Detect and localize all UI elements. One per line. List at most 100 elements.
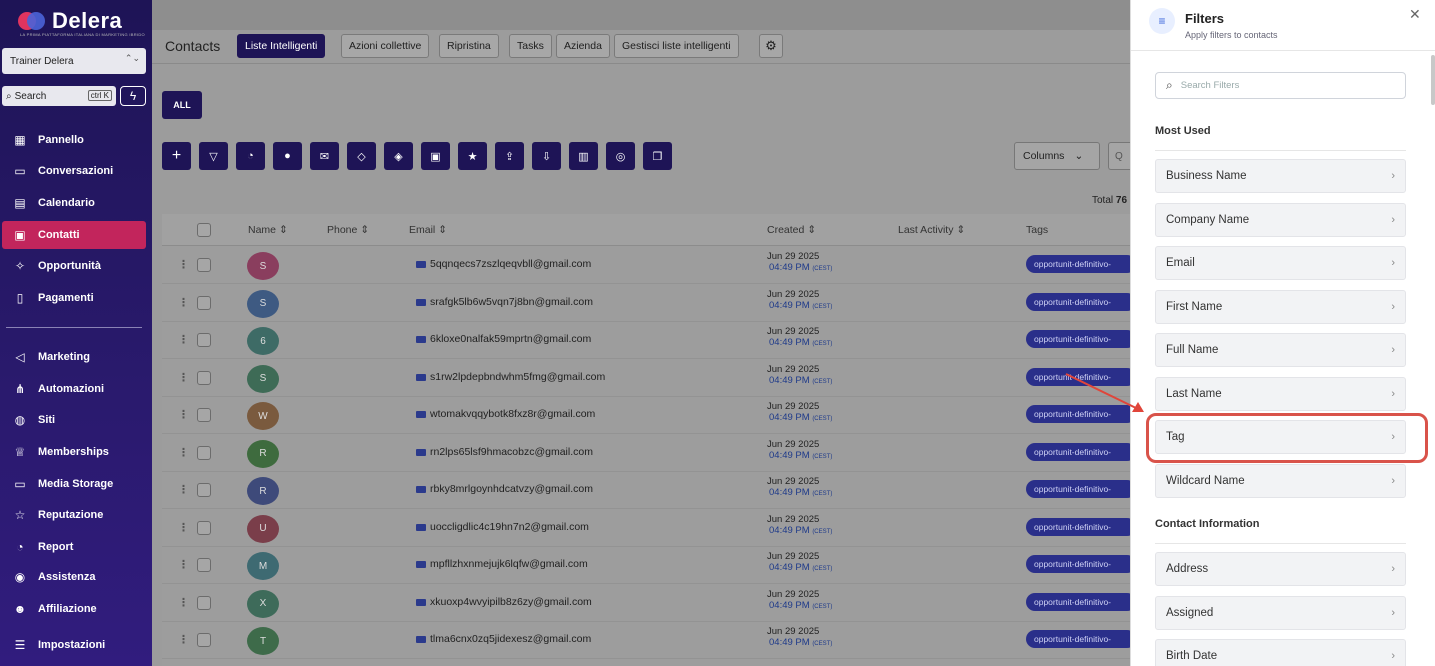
filter-item-business-name[interactable]: Business Name › [1155,159,1406,193]
filter-search-input[interactable]: ⌕ Search Filters [1155,72,1406,99]
drag-handle-icon[interactable]: ⋮ [178,633,189,646]
sidebar-search[interactable]: ⌕ Search ctrl K [2,86,116,106]
contact-email[interactable]: uoccligdlic4c19hn7n2@gmail.com [430,521,589,533]
column-header-email[interactable]: Email ⇕ [409,224,447,236]
contact-email[interactable]: 6kloxe0nalfak59mprtn@gmail.com [430,333,591,345]
filter-item-assigned[interactable]: Assigned › [1155,595,1406,630]
tag-badge[interactable]: opportunit-definitivo- [1026,330,1136,348]
avatar[interactable]: M [247,552,279,580]
tab-azioni-collettive[interactable]: Azioni collettive [341,34,430,58]
filter-item-address[interactable]: Address › [1155,552,1406,586]
list-all-button[interactable]: ALL [162,91,202,119]
whatsapp-button[interactable]: ◎ [606,142,635,170]
table-row[interactable]: ⋮ S 5qqnqecs7zszlqeqvbll@gmail.com Jun 29 2… [162,246,1136,284]
table-row[interactable]: ⋮ Ssrafgk5lb6w5vqn7j8bn@gmail.com Jun 29 2… [162,284,1136,322]
sidebar-item-calendario[interactable]: ▤ Calendario [2,189,146,217]
row-checkbox[interactable] [197,595,211,610]
contact-email[interactable]: xkuoxp4wvyipilb8z6zy@gmail.com [430,596,592,608]
avatar[interactable]: X [247,589,279,618]
sidebar-item-pagamenti[interactable]: ▯ Pagamenti [2,284,146,312]
filter-item-wildcard-name[interactable]: Wildcard Name › [1155,463,1406,498]
add-tag-button[interactable]: ◇ [347,142,376,170]
avatar[interactable]: R [247,439,279,468]
row-checkbox[interactable] [197,558,211,572]
drag-handle-icon[interactable]: ⋮ [178,333,189,346]
avatar[interactable]: S [247,364,279,393]
sidebar-item-siti[interactable]: ◍ Siti [2,406,146,434]
tag-badge[interactable]: opportunit-definitivo- [1026,255,1136,273]
columns-button[interactable]: Columns ⌄ [1014,142,1100,170]
table-row[interactable]: ⋮ Wwtomakvqqybotk8fxz8r@gmail.com Jun 29 2… [162,396,1136,434]
sidebar-item-automazioni[interactable]: ⋔ Automazioni [2,375,146,403]
contact-email[interactable]: 5qqnqecs7zszlqeqvbll@gmail.com [430,258,591,270]
tag-badge[interactable]: opportunit-definitivo- [1026,442,1136,461]
sidebar-item-assistenza[interactable]: ◉ Assistenza [2,563,146,591]
sidebar-item-media-storage[interactable]: ▭ Media Storage [2,470,146,498]
filter-button[interactable]: ▽ [199,142,228,170]
row-checkbox[interactable] [197,408,211,422]
avatar[interactable]: S [247,289,279,318]
row-checkbox[interactable] [197,370,211,385]
merge-button[interactable]: ▥ [569,142,598,170]
row-checkbox[interactable] [197,258,211,272]
avatar[interactable]: W [247,402,279,430]
table-row[interactable]: ⋮ Rrn2lps65lsf9hmacobzc@gmail.com Jun 29 2… [162,434,1136,472]
row-checkbox[interactable] [197,295,211,310]
column-header-last-activity[interactable]: Last Activity ⇕ [898,224,965,236]
column-header-phone[interactable]: Phone ⇕ [327,224,369,236]
column-header-name[interactable]: Name ⇕ [248,224,288,236]
table-row[interactable]: ⋮ 6 6kloxe0nalfak59mprtn@gmail.com Jun 29 2… [162,321,1136,359]
tag-badge[interactable]: opportunit-definitivo- [1026,555,1136,573]
sidebar-item-opportunit-[interactable]: ✧ Opportunità [2,252,146,280]
avatar[interactable]: S [247,252,279,280]
remove-tag-button[interactable]: ◈ [384,142,413,170]
sms-button[interactable]: ● [273,142,302,170]
sidebar-item-report[interactable]: ◔ Report [2,533,146,561]
column-header-created[interactable]: Created ⇕ [767,224,816,236]
avatar[interactable]: R [247,477,279,505]
row-checkbox[interactable] [197,333,211,347]
drag-handle-icon[interactable]: ⋮ [178,521,189,534]
contact-email[interactable]: tlma6cnx0zq5jidexesz@gmail.com [430,633,591,645]
drag-handle-icon[interactable]: ⋮ [178,258,189,271]
tab-ripristina[interactable]: Ripristina [439,34,499,58]
table-row[interactable]: ⋮ Uuoccligdlic4c19hn7n2@gmail.com Jun 29 2… [162,509,1136,547]
import-button[interactable]: ⇩ [532,142,561,170]
tab-gestisci-liste[interactable]: Gestisci liste intelligenti [614,34,739,58]
tab-tasks[interactable]: Tasks [509,34,552,58]
row-checkbox[interactable] [197,520,211,535]
avatar[interactable]: U [247,514,279,543]
panel-scrollbar[interactable] [1431,55,1435,105]
filter-item-birth-date[interactable]: Birth Date › [1155,639,1406,666]
table-row[interactable]: ⋮ Mmpfllzhxnmejujk6lqfw@gmail.com Jun 29 2… [162,546,1136,584]
filter-item-first-name[interactable]: First Name › [1155,289,1406,324]
filter-item-last-name[interactable]: Last Name › [1155,376,1406,411]
avatar[interactable]: 6 [247,327,279,355]
avatar[interactable]: T [247,627,279,655]
pipeline-button[interactable]: ◔ [236,142,265,170]
contact-email[interactable]: srafgk5lb6w5vqn7j8bn@gmail.com [430,296,593,308]
row-checkbox[interactable] [197,633,211,647]
sidebar-item-impostazioni[interactable]: ☰ Impostazioni [2,631,146,659]
drag-handle-icon[interactable]: ⋮ [178,446,189,459]
drag-handle-icon[interactable]: ⋮ [178,408,189,421]
table-row[interactable]: ⋮ Xxkuoxp4wvyipilb8z6zy@gmail.com Jun 29 2… [162,584,1136,622]
contact-email[interactable]: rn2lps65lsf9hmacobzc@gmail.com [430,446,593,458]
contact-email[interactable]: s1rw2lpdepbndwhm5fmg@gmail.com [430,371,605,383]
sidebar-item-marketing[interactable]: ◁ Marketing [2,343,146,371]
drag-handle-icon[interactable]: ⋮ [178,296,189,309]
settings-button[interactable]: ⚙ [759,34,783,58]
row-checkbox[interactable] [197,483,211,497]
sidebar-item-contatti[interactable]: ▣ Contatti [2,221,146,249]
copy-button[interactable]: ❐ [643,142,672,170]
drag-handle-icon[interactable]: ⋮ [178,558,189,571]
add-button[interactable]: + [162,142,191,170]
contact-email[interactable]: mpfllzhxnmejujk6lqfw@gmail.com [430,558,588,570]
tag-badge[interactable]: opportunit-definitivo- [1026,517,1136,536]
delete-button[interactable]: ▣ [421,142,450,170]
table-row[interactable]: ⋮ Ttlma6cnx0zq5jidexesz@gmail.com Jun 29 2… [162,621,1136,659]
table-row[interactable]: ⋮ Ss1rw2lpdepbndwhm5fmg@gmail.com Jun 29 2… [162,359,1136,397]
export-button[interactable]: ⇪ [495,142,524,170]
tag-badge[interactable]: opportunit-definitivo- [1026,292,1136,311]
star-button[interactable]: ★ [458,142,487,170]
